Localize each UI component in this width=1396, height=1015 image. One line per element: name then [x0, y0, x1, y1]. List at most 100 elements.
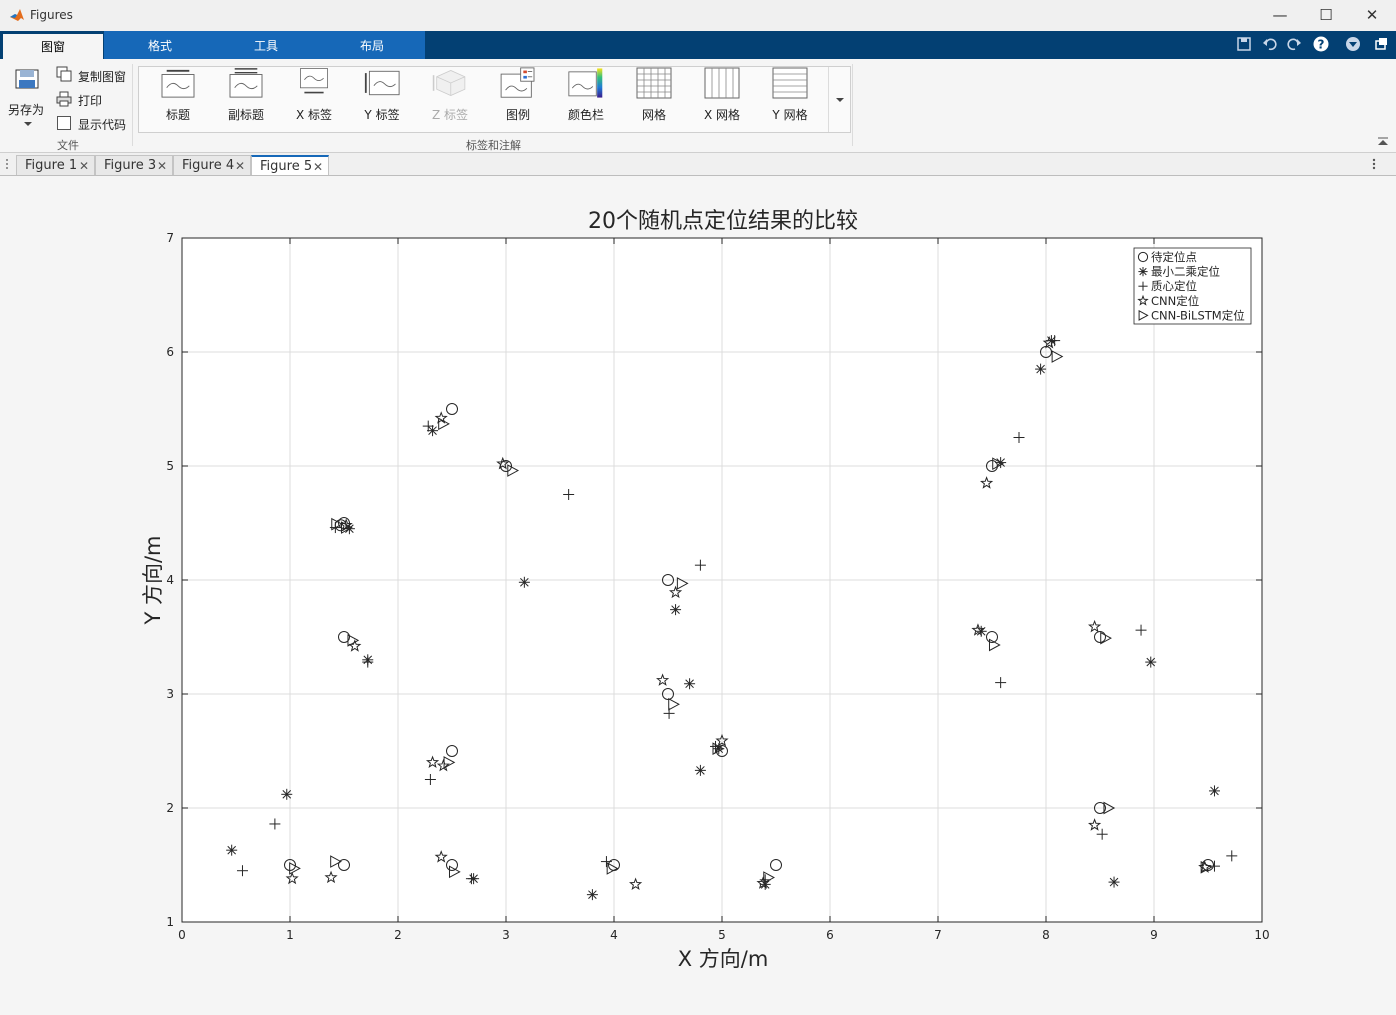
tab-figure-5[interactable]: Figure 5 ✕	[251, 155, 329, 175]
legend[interactable]: 待定位点最小二乘定位质心定位CNN定位CNN-BiLSTM定位	[1133, 247, 1252, 325]
save-icon[interactable]	[1235, 35, 1253, 53]
file-group-label: 文件	[57, 139, 79, 152]
tab-layout[interactable]: 布局	[320, 33, 424, 59]
save-as-button[interactable]: 另存为	[8, 101, 44, 118]
data-point	[281, 788, 293, 800]
y-tick-label: 7	[166, 231, 174, 245]
close-tab-icon[interactable]: ✕	[313, 157, 323, 177]
ribbon: 另存为 复制图窗 打印 显示代码 文件 标题 副标题 X 标签 Y 标签 Z 标…	[0, 59, 1396, 153]
ylabel-button-label: Y 标签	[364, 108, 400, 122]
title-button[interactable]: 标题	[148, 67, 208, 127]
tab-figure-3[interactable]: Figure 3 ✕	[95, 155, 173, 175]
title-button-label: 标题	[165, 108, 190, 122]
data-point	[226, 844, 238, 856]
grid-button[interactable]: 网格	[624, 67, 684, 127]
y-tick-label: 2	[166, 801, 174, 815]
y-tick-label: 1	[166, 915, 174, 929]
undo-icon[interactable]	[1261, 35, 1279, 53]
x-tick-label: 3	[502, 928, 510, 942]
more-options-icon[interactable]	[1371, 158, 1377, 170]
data-point	[684, 678, 696, 690]
save-as-icon	[15, 69, 39, 89]
colorbar-button[interactable]: 颜色栏	[556, 67, 616, 127]
close-tab-icon[interactable]: ✕	[235, 156, 245, 176]
close-tab-icon[interactable]: ✕	[79, 156, 89, 176]
x-tick-label: 5	[718, 928, 726, 942]
xgrid-button[interactable]: X 网格	[692, 67, 752, 127]
close-button[interactable]: ✕	[1349, 0, 1395, 31]
tab-figure-4-label: Figure 4	[182, 158, 235, 173]
print-icon	[56, 91, 72, 107]
gallery-expand-icon[interactable]	[835, 97, 845, 103]
window-title: Figures	[30, 8, 73, 22]
colorbar-icon	[568, 68, 603, 98]
ylabel-button[interactable]: Y 标签	[352, 67, 412, 127]
y-axis-label: Y 方向/m	[141, 535, 165, 625]
subtitle-button[interactable]: 副标题	[216, 67, 276, 127]
copy-figure-button[interactable]: 复制图窗	[78, 68, 126, 85]
xlabel-button-label: X 标签	[295, 108, 333, 122]
data-point	[1145, 656, 1157, 668]
data-point	[1138, 267, 1148, 277]
xlabel-button[interactable]: X 标签	[284, 67, 344, 127]
x-tick-label: 6	[826, 928, 834, 942]
xgrid-icon	[704, 67, 740, 99]
data-point	[670, 604, 682, 616]
data-point	[518, 576, 530, 588]
labels-annotations-group: 标题 副标题 X 标签 Y 标签 Z 标签 图例 颜色栏 网格 X 网格 Y 网…	[138, 66, 851, 133]
data-point	[1208, 785, 1220, 797]
data-point	[586, 889, 598, 901]
xlabel-icon	[300, 68, 328, 94]
print-button[interactable]: 打印	[78, 92, 102, 109]
legend-button-label: 图例	[505, 108, 530, 122]
tab-figure[interactable]: 图窗	[3, 34, 103, 59]
chevron-down-icon[interactable]	[23, 121, 33, 127]
tab-grip-icon[interactable]	[4, 158, 10, 170]
grid-icon	[636, 67, 672, 99]
matlab-logo-icon	[10, 9, 24, 21]
zlabel-button-label: Z 标签	[431, 108, 469, 122]
help-icon[interactable]: ?	[1312, 35, 1330, 53]
grid-button-label: 网格	[641, 108, 666, 122]
scatter-chart[interactable]: 20个随机点定位结果的比较 0 1 2 3 4 5 6 7 8 9 101234567 X 方向/m…	[0, 176, 1396, 1015]
maximize-button[interactable]: ☐	[1303, 0, 1349, 31]
tab-figure-5-label: Figure 5	[260, 159, 313, 174]
chart-title: 20个随机点定位结果的比较	[588, 209, 858, 234]
undock-icon[interactable]	[1372, 35, 1390, 53]
legend-button[interactable]: 图例	[488, 67, 548, 127]
y-tick-label: 5	[166, 459, 174, 473]
svg-text:?: ?	[1318, 38, 1325, 52]
x-tick-label: 10	[1254, 928, 1269, 942]
figure-tab-bar: Figure 1 ✕ Figure 3 ✕ Figure 4 ✕ Figure 5 ✕	[0, 153, 1396, 176]
annotation-group-label: 标签和注解	[466, 139, 521, 152]
close-tab-icon[interactable]: ✕	[157, 156, 167, 176]
zlabel-button: Z 标签	[420, 67, 480, 127]
tab-figure-1-label: Figure 1	[25, 158, 78, 173]
data-point	[1108, 876, 1120, 888]
minimize-button[interactable]: —	[1257, 0, 1303, 31]
data-point	[694, 764, 706, 776]
title-icon	[161, 69, 195, 98]
dropdown-icon[interactable]	[1344, 35, 1362, 53]
show-code-checkbox[interactable]	[57, 116, 71, 130]
data-point	[1035, 363, 1047, 375]
ygrid-button-label: Y 网格	[772, 108, 808, 122]
tab-figure-4[interactable]: Figure 4 ✕	[173, 155, 251, 175]
x-tick-label: 1	[286, 928, 294, 942]
x-tick-label: 4	[610, 928, 618, 942]
tab-tools[interactable]: 工具	[214, 33, 318, 59]
show-code-label: 显示代码	[78, 118, 127, 132]
subtitle-button-label: 副标题	[227, 108, 264, 122]
xgrid-button-label: X 网格	[703, 108, 741, 122]
x-tick-label: 8	[1042, 928, 1050, 942]
tab-format[interactable]: 格式	[108, 33, 212, 59]
x-tick-label: 9	[1150, 928, 1158, 942]
ygrid-button[interactable]: Y 网格	[760, 67, 820, 127]
collapse-ribbon-icon[interactable]	[1377, 137, 1389, 147]
y-tick-label: 4	[166, 573, 174, 587]
legend-entry-label: 质心定位	[1151, 279, 1197, 293]
y-tick-label: 6	[166, 345, 174, 359]
copy-icon	[56, 66, 72, 82]
tab-figure-1[interactable]: Figure 1 ✕	[16, 155, 95, 175]
redo-icon[interactable]	[1285, 35, 1303, 53]
